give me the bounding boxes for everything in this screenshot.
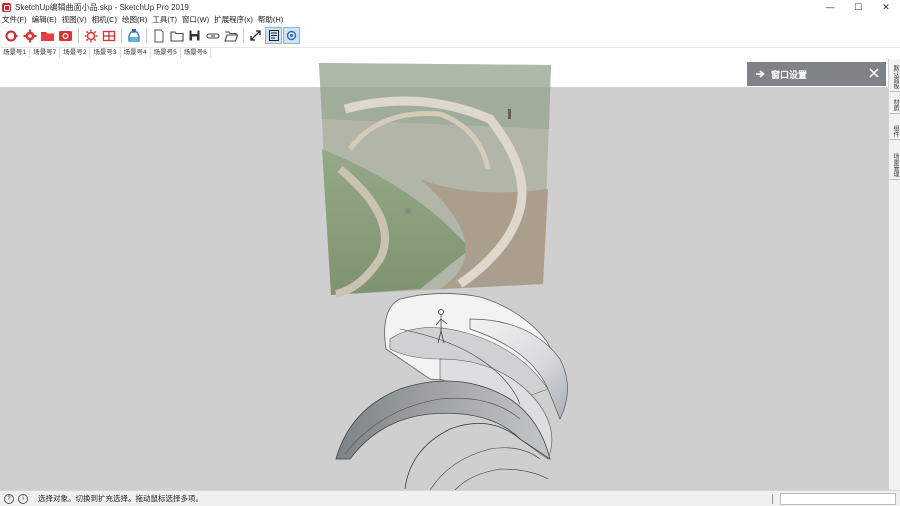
scene-tab[interactable]: 场景号7 (30, 48, 61, 58)
dock-tab-default-tray[interactable]: 默认面板 (890, 63, 900, 92)
info-icon[interactable]: i (18, 493, 28, 504)
tray-title: 窗口设置 (771, 69, 808, 80)
scene-tab[interactable]: 场景号5 (151, 48, 181, 58)
menu-view[interactable]: 视图(V) (62, 14, 87, 25)
title-bar: SketchUp编辑曲面小品.skp - SketchUp Pro 2019 —… (0, 0, 900, 14)
maximize-button[interactable]: ☐ (844, 0, 872, 14)
gear-icon[interactable] (21, 27, 38, 44)
dock-tab-scenes[interactable]: 场景管理 (890, 151, 900, 180)
window-title: SketchUp编辑曲面小品.skp - SketchUp Pro 2019 (15, 2, 189, 12)
page-icon[interactable] (150, 27, 167, 44)
status-message: 选择对象。切换到扩充选择。拖动鼠标选择多项。 (38, 494, 203, 503)
menu-camera[interactable]: 相机(C) (92, 14, 117, 25)
menu-help[interactable]: 帮助(H) (258, 14, 283, 25)
camera-red-icon[interactable] (57, 27, 74, 44)
folder-red-icon[interactable] (39, 27, 56, 44)
measurements-divider (772, 494, 773, 504)
grid-icon[interactable] (100, 27, 117, 44)
minimize-button[interactable]: — (816, 0, 844, 14)
sketchup-logo-icon (2, 2, 11, 12)
dock-tab-materials[interactable]: 材质 (890, 97, 900, 114)
scene-tab[interactable]: 场景号3 (90, 48, 121, 58)
menu-edit[interactable]: 编辑(E) (32, 14, 57, 25)
menu-tools[interactable]: 工具(T) (152, 14, 177, 25)
toolbar-separator (121, 28, 122, 43)
menu-window[interactable]: 窗口(W) (182, 14, 209, 25)
toolbar-separator (146, 28, 147, 43)
close-button[interactable]: ✕ (872, 0, 900, 14)
window-controls: — ☐ ✕ (816, 0, 900, 14)
expand-icon[interactable] (247, 27, 264, 44)
settings-icon[interactable] (283, 27, 300, 44)
loop-icon[interactable] (3, 27, 20, 44)
scene-tab[interactable]: 场景号6 (181, 48, 211, 58)
open-icon[interactable] (222, 27, 239, 44)
scene-tab[interactable]: 场景号1 (0, 48, 31, 58)
close-icon[interactable] (868, 67, 880, 79)
menu-extensions[interactable]: 扩展程序(x) (214, 14, 253, 25)
scene-tabs: 场景号1 场景号7 场景号2 场景号3 场景号4 场景号5 场景号6 (0, 47, 900, 58)
status-bar: ? i 选择对象。切换到扩充选择。拖动鼠标选择多项。 (0, 490, 900, 506)
folder-icon[interactable] (168, 27, 185, 44)
right-dock: 默认面板 材质 组件 场景管理 (888, 59, 900, 490)
toolbar-separator (78, 28, 79, 43)
model-scene (319, 63, 568, 490)
sun-gear-icon[interactable] (82, 27, 99, 44)
default-tray-panel[interactable]: 窗口设置 (747, 62, 886, 86)
link-icon[interactable] (204, 27, 221, 44)
reference-image-plane (319, 63, 551, 298)
scene-tab[interactable]: 场景号4 (121, 48, 151, 58)
scene-tab[interactable]: 场景号2 (60, 48, 91, 58)
menu-draw[interactable]: 绘图(R) (122, 14, 147, 25)
sketchup-window: SketchUp编辑曲面小品.skp - SketchUp Pro 2019 —… (0, 0, 900, 506)
menu-file[interactable]: 文件(F) (2, 14, 27, 25)
curved-shell-model (335, 293, 568, 490)
toolbar (0, 25, 900, 46)
tray-icon[interactable] (265, 27, 282, 44)
toolbar-separator (243, 28, 244, 43)
drawing-viewport[interactable] (0, 59, 888, 490)
bottle-icon[interactable] (125, 27, 142, 44)
save-icon[interactable] (186, 27, 203, 44)
arrow-right-icon[interactable] (751, 69, 769, 79)
help-icon[interactable]: ? (4, 493, 14, 504)
measurements-input[interactable] (780, 493, 896, 505)
menu-bar: 文件(F) 编辑(E) 视图(V) 相机(C) 绘图(R) 工具(T) 窗口(W… (0, 14, 900, 25)
dock-tab-components[interactable]: 组件 (890, 123, 900, 140)
